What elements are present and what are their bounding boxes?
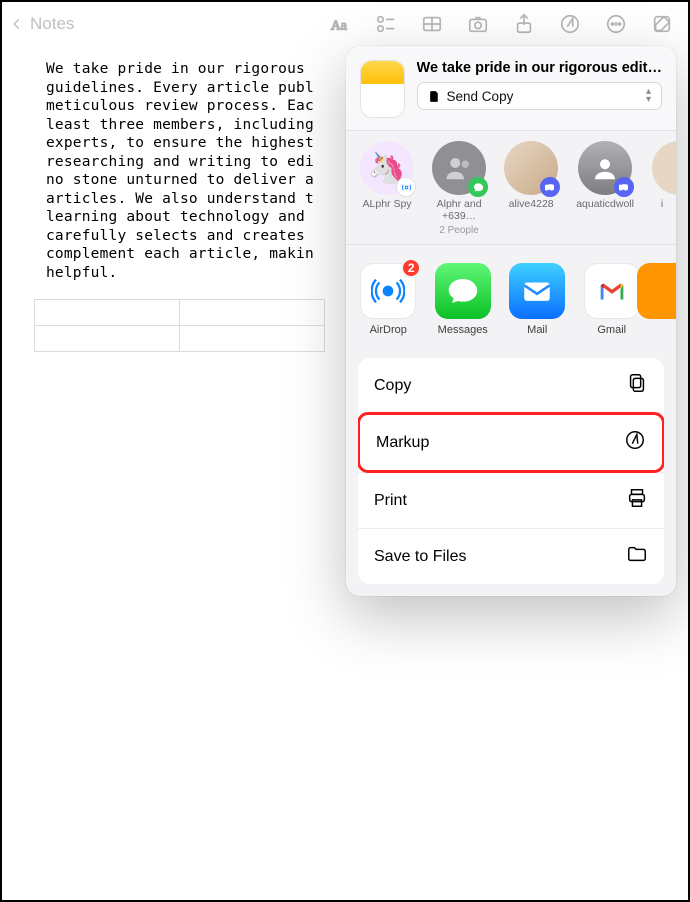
contact-sub: 2 People <box>439 225 478 236</box>
contact-name: i <box>661 198 663 210</box>
text-format-icon[interactable]: Aa <box>322 6 358 42</box>
contact-name: Alphr and +639… <box>432 198 486 222</box>
action-print[interactable]: Print <box>358 472 664 528</box>
action-label: Copy <box>374 377 411 395</box>
share-action-list: Copy Markup Print Save to Files <box>358 358 664 584</box>
share-contact[interactable]: aquaticdwoll <box>576 141 634 236</box>
contact-name: ALphr Spy <box>363 198 412 210</box>
back-label: Notes <box>30 14 74 34</box>
share-contact[interactable]: 🦄 ALphr Spy <box>360 141 414 236</box>
discord-badge-icon <box>614 177 634 197</box>
checklist-icon[interactable] <box>368 6 404 42</box>
app-label: Mail <box>527 324 547 336</box>
action-label: Print <box>374 492 407 510</box>
share-icon[interactable] <box>506 6 542 42</box>
share-app-messages[interactable]: Messages <box>435 263 492 336</box>
share-app-airdrop[interactable]: 2 AirDrop <box>360 263 417 336</box>
camera-icon[interactable] <box>460 6 496 42</box>
contact-name: aquaticdwoll <box>576 198 634 210</box>
share-contact[interactable]: i <box>652 141 672 236</box>
send-copy-label: Send Copy <box>447 89 514 104</box>
airdrop-badge-icon <box>396 177 416 197</box>
folder-icon <box>626 543 648 570</box>
print-icon <box>626 487 648 514</box>
share-app-more[interactable] <box>658 263 672 336</box>
markup-toolbar-icon[interactable] <box>552 6 588 42</box>
back-button[interactable]: Notes <box>10 14 74 34</box>
note-app-icon <box>360 60 405 118</box>
share-contact[interactable]: Alphr and +639… 2 People <box>432 141 486 236</box>
share-sheet: We take pride in our rigorous edit… Send… <box>346 46 676 596</box>
share-contact[interactable]: alive4228 <box>504 141 558 236</box>
discord-badge-icon <box>540 177 560 197</box>
action-save-to-files[interactable]: Save to Files <box>358 528 664 584</box>
svg-text:Aa: Aa <box>331 18 347 33</box>
share-contacts-row: 🦄 ALphr Spy Alphr and +639… 2 People <box>346 131 676 244</box>
share-apps-row: 2 AirDrop Messages Mail Gmail <box>346 245 676 348</box>
action-markup[interactable]: Markup <box>358 412 664 473</box>
note-table[interactable] <box>34 299 325 352</box>
action-copy[interactable]: Copy <box>358 358 664 413</box>
send-copy-dropdown[interactable]: Send Copy ▴▾ <box>417 82 662 110</box>
action-label: Save to Files <box>374 548 466 566</box>
share-app-gmail[interactable]: Gmail <box>584 263 641 336</box>
copy-icon <box>626 372 648 399</box>
app-label: AirDrop <box>370 324 407 336</box>
chevron-updown-icon: ▴▾ <box>646 88 651 104</box>
app-label: Messages <box>438 324 488 336</box>
top-toolbar: Notes Aa <box>2 2 688 46</box>
markup-icon <box>624 429 646 456</box>
share-app-mail[interactable]: Mail <box>509 263 566 336</box>
share-title: We take pride in our rigorous edit… <box>417 60 662 76</box>
table-icon[interactable] <box>414 6 450 42</box>
more-icon[interactable] <box>598 6 634 42</box>
app-label: Gmail <box>597 324 626 336</box>
messages-badge-icon <box>468 177 488 197</box>
contact-name: alive4228 <box>509 198 554 210</box>
notification-badge: 2 <box>401 258 421 278</box>
action-label: Markup <box>376 434 429 452</box>
share-header: We take pride in our rigorous edit… Send… <box>346 46 676 130</box>
compose-icon[interactable] <box>644 6 680 42</box>
